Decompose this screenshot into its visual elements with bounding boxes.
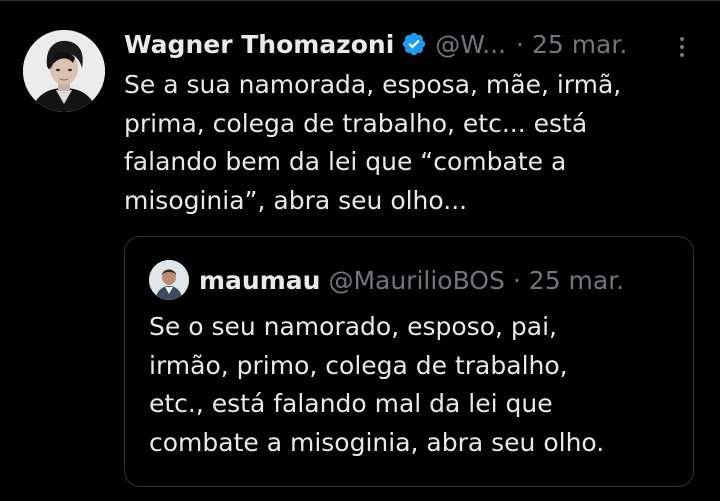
quoted-tweet-text: Se o seu namorado, esposo, pai, irmão, p… bbox=[149, 312, 605, 457]
avatar-photo bbox=[23, 30, 105, 112]
quoted-tweet[interactable]: maumau @MaurilioBOS · 25 mar. Se o seu n… bbox=[124, 236, 694, 487]
verified-badge-icon[interactable] bbox=[401, 31, 427, 57]
author-avatar[interactable] bbox=[23, 30, 105, 112]
quoted-author-avatar[interactable] bbox=[149, 260, 189, 300]
quoted-author-handle[interactable]: @MaurilioBOS bbox=[328, 266, 504, 295]
quoted-tweet-date[interactable]: 25 mar. bbox=[529, 266, 624, 295]
author-name[interactable]: Wagner Thomazoni bbox=[124, 30, 394, 59]
quoted-tweet-header: maumau @MaurilioBOS · 25 mar. bbox=[149, 260, 624, 300]
quoted-author-name[interactable]: maumau bbox=[199, 266, 320, 295]
separator-dot: · bbox=[515, 29, 524, 59]
quoted-separator-dot: · bbox=[512, 265, 521, 295]
tweet-date[interactable]: 25 mar. bbox=[532, 30, 627, 59]
author-handle[interactable]: @W... bbox=[435, 30, 506, 59]
tweet-header: Wagner Thomazoni @W... · 25 mar. bbox=[124, 26, 704, 62]
quoted-avatar-photo bbox=[149, 260, 189, 300]
more-options-icon[interactable] bbox=[668, 30, 696, 64]
tweet[interactable]: Wagner Thomazoni @W... · 25 mar. Se a su… bbox=[0, 0, 720, 501]
tweet-text: Se a sua namorada, esposa, mãe, irmã, pr… bbox=[124, 70, 622, 215]
